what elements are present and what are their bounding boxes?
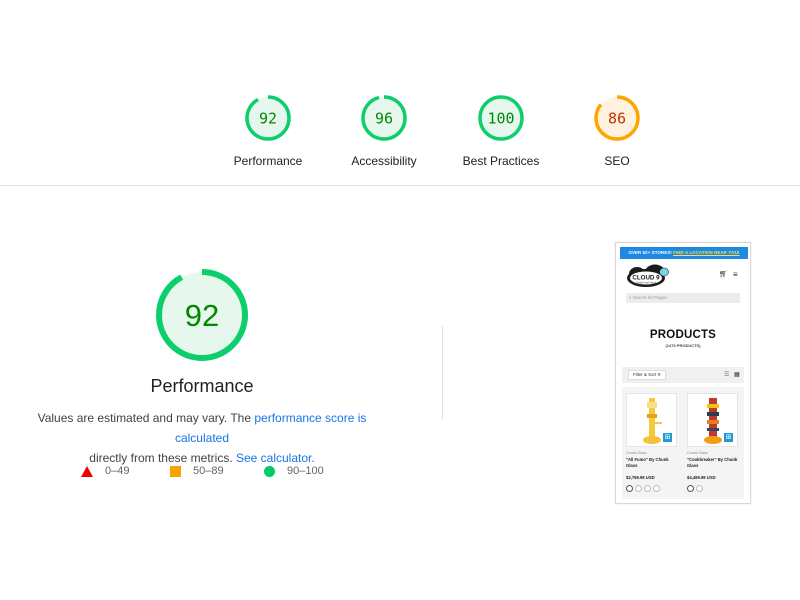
- score-value: 100: [487, 110, 514, 128]
- promo-banner: OVER 52+ STORES! FIND A LOCATION NEAR YO…: [620, 247, 748, 259]
- banner-link: FIND A LOCATION NEAR YOU!: [673, 250, 740, 255]
- swatch: [626, 485, 633, 492]
- score-value: 96: [375, 110, 393, 128]
- hamburger-menu-icon: ≡: [733, 270, 738, 279]
- score-legend: 0–49 50–89 90–100: [80, 465, 340, 481]
- search-bar: ⌕ Search for Pages: [626, 293, 740, 303]
- legend-average-range: 50–89: [193, 465, 224, 477]
- gauge-label: SEO: [604, 154, 630, 168]
- gauge-label: Best Practices: [462, 154, 540, 168]
- filter-bar: Filter & Sort ⚟ ☰ ▦: [622, 367, 744, 383]
- products-count: (1476 PRODUCTS): [665, 343, 701, 348]
- logo-subtext: Smoke and Vapor: [636, 281, 657, 285]
- product-image: ⊞: [687, 393, 738, 447]
- product-price: $2,799.99 USD: [626, 475, 655, 480]
- swatch: [635, 485, 642, 492]
- filter-label: Filter & Sort: [633, 372, 657, 377]
- color-swatches: [626, 485, 662, 493]
- grid-view-icon: ▦: [734, 372, 740, 378]
- cloud9-logo: CLOUD 9 Smoke and Vapor: [627, 264, 669, 287]
- score-value: 86: [608, 110, 626, 128]
- performance-title: Performance: [150, 376, 254, 396]
- swatch: [696, 485, 703, 492]
- filter-sort-button: Filter & Sort ⚟: [628, 370, 667, 380]
- description-text: directly from these metrics.: [89, 451, 236, 465]
- red-triangle-icon: [81, 465, 93, 477]
- sliders-icon: ⚟: [657, 372, 662, 377]
- legend-average: 50–89: [170, 465, 224, 477]
- search-placeholder: Search for Pages: [632, 295, 667, 300]
- vertical-divider: [442, 326, 443, 420]
- product-image: ⊞: [626, 393, 677, 447]
- legend-fail-range: 0–49: [105, 465, 130, 477]
- performance-gauge-large: 92: [156, 269, 248, 361]
- gauge-label: Accessibility: [351, 154, 417, 168]
- products-heading: PRODUCTS: [649, 329, 717, 341]
- product-card: ⊞ Chunk Glass "All Fumo" By Chunk Glass …: [624, 391, 681, 495]
- product-grid: ⊞ Chunk Glass "All Fumo" By Chunk Glass …: [622, 387, 744, 499]
- score-summary: 92 Performance 96 Accessibility 100 Best…: [0, 0, 800, 186]
- swatch: [687, 485, 694, 492]
- gauge-accessibility[interactable]: 96 Accessibility: [324, 94, 444, 168]
- see-calculator-link[interactable]: See calculator.: [236, 451, 315, 465]
- swatch: [653, 485, 660, 492]
- score-ring: 86: [594, 95, 640, 141]
- banner-text: OVER 52+ STORES!: [628, 250, 674, 255]
- product-card: ⊞ Chunk Glass "Cookbreaker" By Chunk Gla…: [685, 391, 742, 495]
- quick-add-icon: ⊞: [724, 433, 733, 442]
- product-name: "Cookbreaker" By Chunk Glass: [687, 457, 738, 468]
- description-text: Values are estimated and may vary. The: [37, 411, 255, 425]
- logo-text: CLOUD 9: [632, 275, 660, 282]
- product-price: $4,499.99 USD: [687, 475, 716, 480]
- performance-score: 92: [185, 298, 219, 333]
- score-ring: 92: [245, 95, 291, 141]
- performance-description: Values are estimated and may vary. The p…: [10, 408, 394, 468]
- legend-pass-range: 90–100: [287, 465, 324, 477]
- product-name: "All Fumo" By Chunk Glass: [626, 457, 669, 468]
- score-ring: 96: [361, 95, 407, 141]
- score-value: 92: [259, 110, 277, 128]
- legend-pass: 90–100: [264, 465, 324, 477]
- cart-icon: 🛒︎: [719, 271, 728, 278]
- legend-fail: 0–49: [81, 465, 129, 477]
- gauge-seo[interactable]: 86 SEO: [557, 94, 677, 168]
- green-circle-icon: [264, 465, 275, 477]
- list-view-icon: ☰: [724, 372, 730, 378]
- product-vendor: Chunk Glass: [687, 451, 708, 455]
- gauge-best-practices[interactable]: 100 Best Practices: [441, 94, 561, 168]
- final-screenshot[interactable]: OVER 52+ STORES! FIND A LOCATION NEAR YO…: [615, 242, 751, 504]
- score-ring: 100: [478, 95, 524, 141]
- color-swatches: [687, 485, 705, 493]
- gauge-label: Performance: [233, 154, 303, 168]
- product-vendor: Chunk Glass: [626, 451, 647, 455]
- swatch: [644, 485, 651, 492]
- quick-add-icon: ⊞: [663, 433, 672, 442]
- gauge-performance[interactable]: 92 Performance: [208, 94, 328, 168]
- orange-square-icon: [170, 465, 181, 477]
